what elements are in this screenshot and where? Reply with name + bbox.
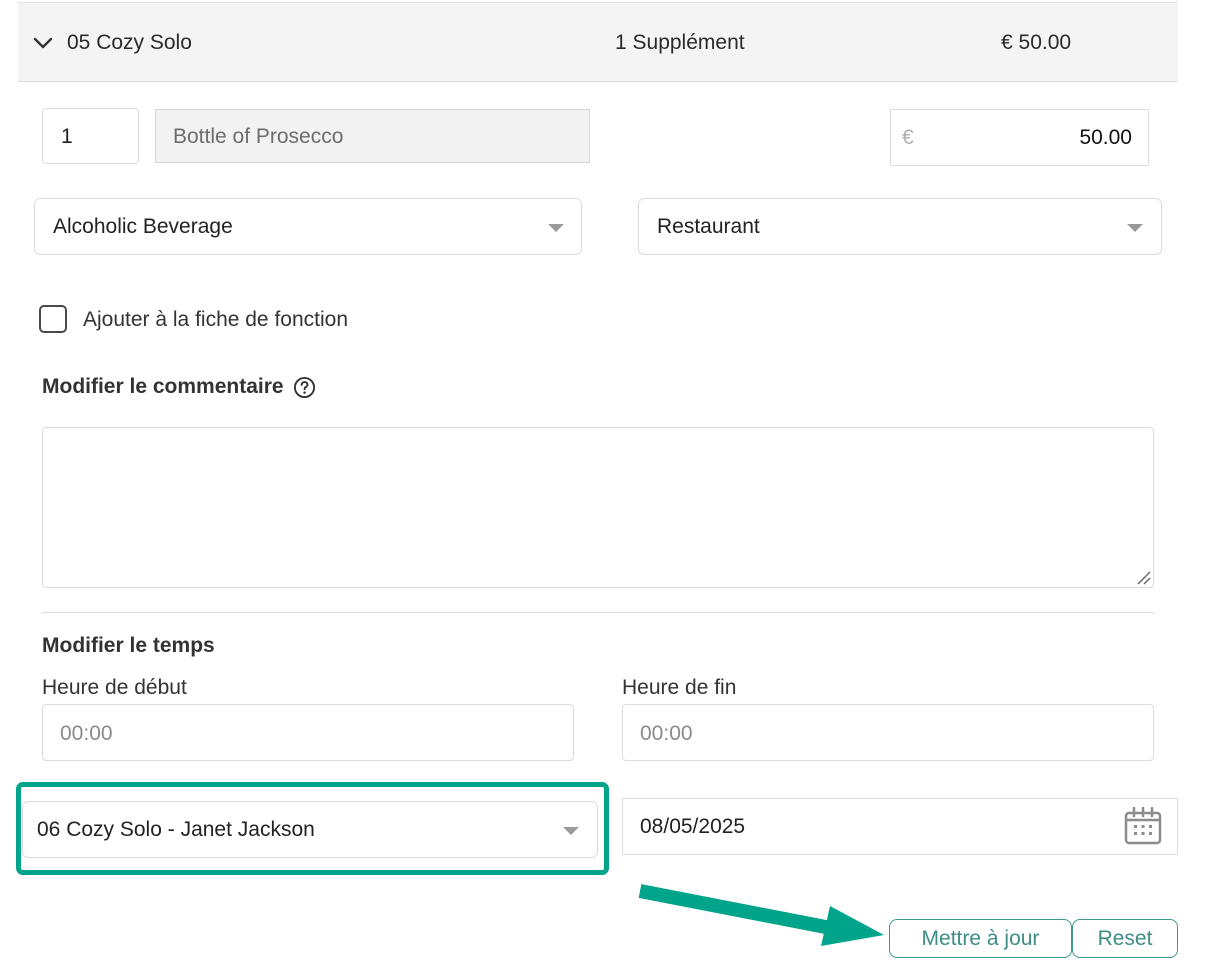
currency-symbol: € — [902, 126, 914, 149]
end-time-input[interactable]: 00:00 — [622, 704, 1154, 761]
item-name-value: Bottle of Prosecco — [173, 125, 344, 148]
price-value: 50.00 — [1079, 126, 1132, 149]
calendar-icon[interactable] — [1124, 807, 1162, 845]
end-time-label: Heure de fin — [622, 676, 737, 699]
section-divider — [42, 612, 1155, 613]
start-time-label: Heure de début — [42, 676, 187, 699]
help-circle-icon[interactable] — [293, 376, 316, 399]
date-input[interactable]: 08/05/2025 — [622, 798, 1178, 855]
chevron-down-icon[interactable] — [32, 34, 54, 52]
outlet-select-value: Restaurant — [657, 215, 760, 238]
date-value: 08/05/2025 — [640, 815, 746, 838]
room-select-value: 06 Cozy Solo - Janet Jackson — [37, 818, 315, 841]
category-select[interactable]: Alcoholic Beverage — [34, 198, 582, 255]
price-input[interactable]: € 50.00 — [890, 109, 1149, 166]
quantity-value: 1 — [61, 125, 73, 148]
function-sheet-checkbox[interactable] — [39, 305, 67, 333]
outlet-select[interactable]: Restaurant — [638, 198, 1162, 255]
start-time-input[interactable]: 00:00 — [42, 704, 574, 761]
group-title: 05 Cozy Solo — [67, 31, 192, 54]
time-heading: Modifier le temps — [42, 634, 215, 657]
room-select[interactable]: 06 Cozy Solo - Janet Jackson — [22, 801, 598, 858]
arrow-right-icon — [638, 884, 884, 946]
category-select-value: Alcoholic Beverage — [53, 215, 233, 238]
function-sheet-label[interactable]: Ajouter à la fiche de fonction — [83, 308, 348, 332]
caret-down-icon — [1127, 224, 1143, 232]
end-time-placeholder: 00:00 — [640, 722, 693, 745]
supplement-count: 1 Supplément — [615, 31, 745, 54]
comment-textarea[interactable] — [42, 427, 1154, 588]
item-name-field[interactable]: Bottle of Prosecco — [155, 109, 590, 163]
comment-heading: Modifier le commentaire — [42, 375, 284, 398]
resize-handle-icon[interactable] — [1135, 569, 1151, 585]
caret-down-icon — [563, 827, 579, 835]
quantity-input[interactable]: 1 — [42, 108, 139, 164]
caret-down-icon — [548, 224, 564, 232]
update-button[interactable]: Mettre à jour — [889, 919, 1072, 958]
reset-button[interactable]: Reset — [1072, 919, 1178, 958]
group-total: € 50.00 — [1001, 31, 1072, 54]
start-time-placeholder: 00:00 — [60, 722, 113, 745]
